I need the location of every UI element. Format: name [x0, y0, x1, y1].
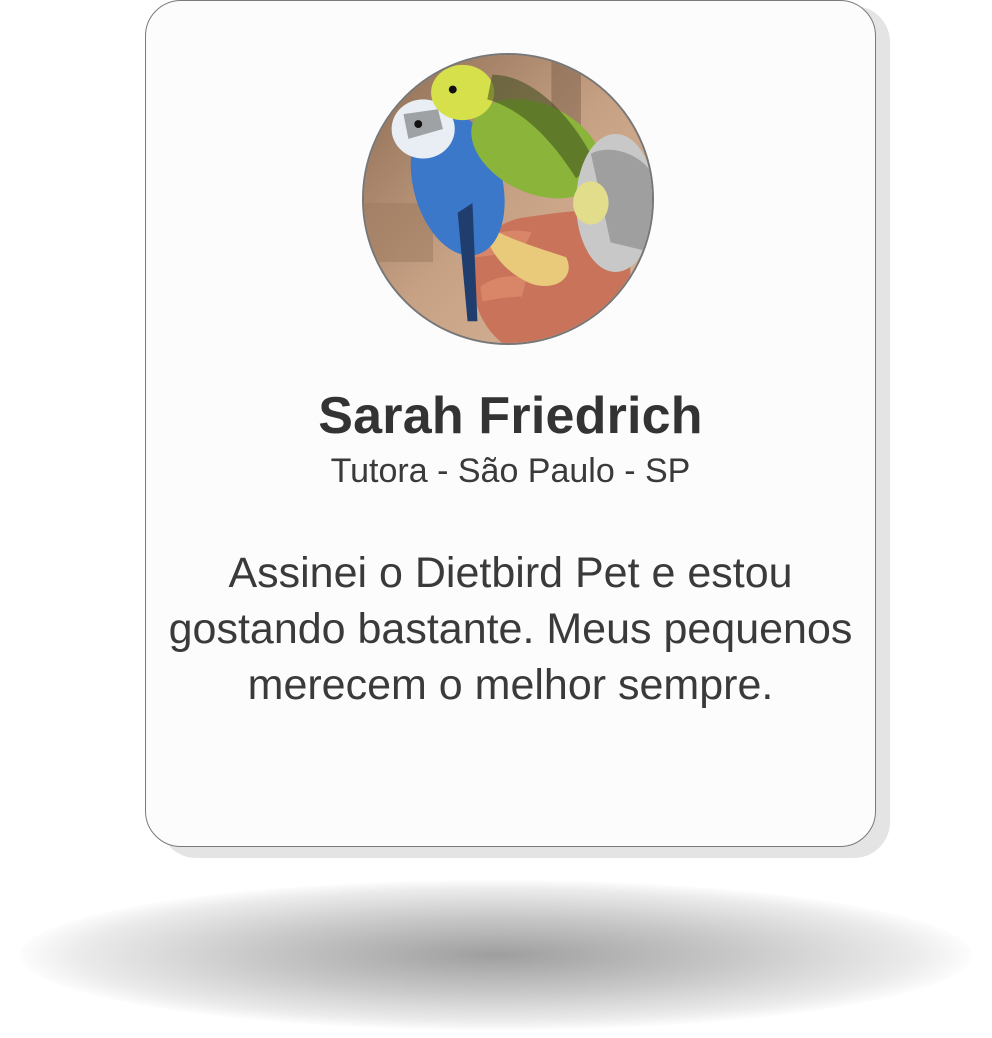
quote-line: Assinei o Dietbird Pet e estou	[228, 549, 793, 597]
testimonial-quote: Assinei o Dietbird Pet e estou gostando …	[150, 545, 871, 713]
avatar	[362, 53, 654, 345]
reviewer-name: Sarah Friedrich	[318, 387, 703, 445]
quote-line: merecem o melhor sempre.	[247, 661, 774, 709]
floor-shadow	[20, 880, 972, 1030]
testimonial-stage: Sarah Friedrich Tutora - São Paulo - SP …	[0, 0, 992, 1038]
quote-line: gostando bastante. Meus pequenos	[168, 605, 853, 653]
budgies-photo-icon	[364, 55, 652, 343]
reviewer-role: Tutora - São Paulo - SP	[330, 452, 691, 490]
